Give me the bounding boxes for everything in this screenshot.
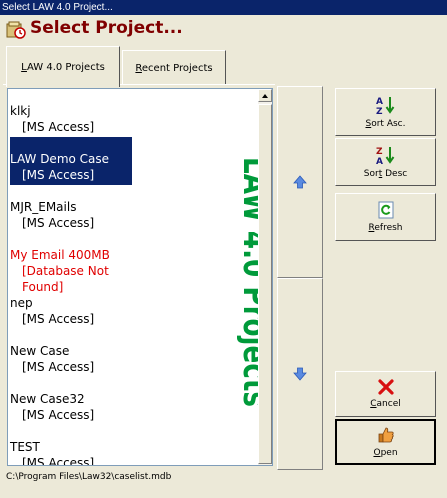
move-up-button[interactable] bbox=[277, 86, 323, 278]
open-label: Open bbox=[373, 448, 398, 458]
svg-text:A: A bbox=[376, 157, 383, 165]
thumbs-up-icon bbox=[378, 427, 394, 443]
tab-label: LAW 4.0 Projects bbox=[21, 61, 105, 73]
move-down-button[interactable] bbox=[277, 278, 323, 470]
status-path: C:\Program Files\Law32\caselist.mdb bbox=[6, 472, 172, 482]
project-type: [MS Access] bbox=[22, 456, 95, 466]
svg-text:A: A bbox=[376, 97, 383, 107]
project-type: [MS Access] bbox=[22, 360, 95, 374]
project-list-item[interactable]: New Case32 [MS Access] bbox=[10, 391, 132, 423]
list-scrollbar[interactable] bbox=[258, 89, 272, 465]
project-folder-icon bbox=[6, 21, 26, 39]
svg-text:Z: Z bbox=[376, 147, 383, 157]
cancel-label: Cancel bbox=[370, 399, 401, 409]
project-list[interactable]: klkj [MS Access] LAW Demo Case [MS Access] M… bbox=[7, 88, 273, 466]
window-title: Select LAW 4.0 Project... bbox=[2, 2, 113, 13]
project-list-item[interactable]: MJR_EMails [MS Access] bbox=[10, 199, 132, 231]
project-type: [MS Access] bbox=[22, 120, 95, 134]
refresh-label: Refresh bbox=[368, 223, 403, 233]
project-list-item[interactable]: My Email 400MB [Database Not Found] bbox=[10, 247, 132, 295]
project-list-item[interactable]: New Case [MS Access] bbox=[10, 343, 132, 375]
move-up-arrow-icon bbox=[293, 175, 307, 189]
project-type: [MS Access] bbox=[22, 312, 95, 326]
project-name: nep bbox=[10, 296, 33, 310]
dialog-header: Select Project... bbox=[0, 15, 447, 45]
project-name: LAW Demo Case bbox=[10, 152, 110, 166]
open-button[interactable]: Open bbox=[335, 419, 436, 465]
project-type: [Database Not Found] bbox=[22, 264, 109, 294]
sort-asc-label: Sort Asc. bbox=[365, 119, 406, 129]
law-projects-watermark: LAW 4.0 Projects bbox=[235, 157, 258, 407]
project-list-item[interactable]: LAW Demo Case [MS Access] bbox=[10, 137, 132, 185]
project-name: My Email 400MB bbox=[10, 248, 110, 262]
project-list-item[interactable]: TEST [MS Access] bbox=[10, 439, 132, 466]
project-name: MJR_EMails bbox=[10, 200, 77, 214]
move-down-arrow-icon bbox=[293, 367, 307, 381]
cancel-x-icon bbox=[377, 379, 394, 395]
project-name: New Case bbox=[10, 344, 70, 358]
refresh-button[interactable]: Refresh bbox=[335, 193, 436, 241]
project-name: klkj bbox=[10, 104, 31, 118]
project-name: TEST bbox=[10, 440, 40, 454]
tab-recent-projects[interactable]: Recent Projects bbox=[122, 50, 226, 85]
window-titlebar: Select LAW 4.0 Project... bbox=[0, 0, 447, 15]
svg-text:Z: Z bbox=[376, 107, 383, 115]
project-type: [MS Access] bbox=[22, 168, 95, 182]
project-list-item[interactable]: nep [MS Access] bbox=[10, 295, 132, 327]
page-title: Select Project... bbox=[30, 18, 183, 38]
sort-desc-label: Sort Desc bbox=[363, 169, 408, 179]
project-list-item[interactable]: klkj [MS Access] bbox=[10, 103, 132, 135]
tab-label: Recent Projects bbox=[135, 62, 213, 74]
refresh-icon bbox=[378, 201, 393, 219]
sort-descending-icon: Z A bbox=[376, 147, 394, 165]
sort-ascending-icon: A Z bbox=[376, 97, 394, 115]
project-name: New Case32 bbox=[10, 392, 85, 406]
watermark-text: LAW 4.0 Projects bbox=[235, 157, 258, 407]
cancel-button[interactable]: Cancel bbox=[335, 371, 436, 417]
scroll-up-button[interactable] bbox=[258, 89, 272, 102]
project-type: [MS Access] bbox=[22, 408, 95, 422]
scroll-thumb[interactable] bbox=[258, 104, 272, 464]
sort-asc-button[interactable]: A Z Sort Asc. bbox=[335, 88, 436, 136]
tab-law-projects[interactable]: LAW 4.0 Projects bbox=[6, 46, 120, 87]
sort-desc-button[interactable]: Z A Sort Desc bbox=[335, 138, 436, 186]
project-type: [MS Access] bbox=[22, 216, 95, 230]
scroll-up-arrow-icon bbox=[262, 94, 268, 98]
